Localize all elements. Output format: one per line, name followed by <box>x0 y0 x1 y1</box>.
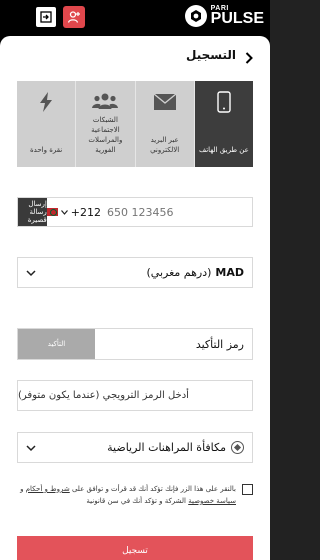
login-button[interactable] <box>36 7 56 27</box>
currency-code: MAD <box>215 266 244 279</box>
phone-number-row: إرسال رسالة قصيرة +212 <box>17 197 253 227</box>
envelope-icon <box>152 91 178 113</box>
privacy-link[interactable]: سياسة خصوصية <box>188 497 236 505</box>
tab-social[interactable]: الشبكات الاجتماعية والمراسلات الفورية <box>76 81 136 167</box>
user-add-icon <box>67 11 80 23</box>
currency-name: (درهم مغربي) <box>146 266 212 279</box>
lightning-icon <box>33 91 59 113</box>
confirmation-code-row: التأكيد رمز التأكيد <box>17 328 253 360</box>
top-bar: PARI PULSE <box>0 0 270 33</box>
chevron-down-icon <box>26 444 36 451</box>
promo-code-input[interactable]: أدخل الرمز الترويجي (عندما يكون متوفر) <box>17 380 253 411</box>
register-user-button[interactable] <box>63 6 85 28</box>
confirmation-code-field[interactable]: رمز التأكيد <box>95 338 252 351</box>
logo-badge-icon <box>184 5 207 27</box>
confirm-button[interactable]: التأكيد <box>18 329 95 359</box>
register-button[interactable]: تسجيل <box>17 536 253 560</box>
football-icon <box>231 441 244 454</box>
logo-pulse-text: PULSE <box>210 10 264 27</box>
country-code: +212 <box>70 205 101 219</box>
brand-logo[interactable]: PARI PULSE <box>184 5 264 27</box>
tab-phone[interactable]: عن طريق الهاتف <box>194 81 253 167</box>
country-code-select[interactable]: +212 <box>46 198 101 226</box>
rules-link[interactable]: شروط و أحكام <box>26 485 70 493</box>
terms-text-part: الشركة و تؤكد أنك في سن قانونية <box>86 497 189 505</box>
tab-label: نقرة واحدة <box>30 146 63 154</box>
tab-label: عن طريق الهاتف <box>198 146 249 154</box>
currency-select[interactable]: MAD(درهم مغربي) <box>17 257 253 288</box>
tab-email[interactable]: عبر البريد الالكتروني <box>135 81 195 167</box>
page-header: التسجيل <box>0 36 270 80</box>
chevron-right-icon <box>245 52 253 64</box>
page-title: التسجيل <box>186 48 236 62</box>
bonus-label: مكافأة المراهنات الرياضية <box>107 441 226 454</box>
login-icon <box>40 11 52 23</box>
back-button[interactable] <box>242 49 256 67</box>
terms-text-part: بالنقر على هذا الزر فإنك تؤكد أنك قد قرأ… <box>69 485 236 493</box>
chevron-down-icon <box>26 269 36 276</box>
tab-label: الشبكات الاجتماعية والمراسلات الفورية <box>88 116 123 154</box>
app-frame: PARI PULSE التسجيل نقرة واحدة الشبكات ال… <box>0 0 270 560</box>
terms-text: بالنقر على هذا الزر فإنك تؤكد أنك قد قرأ… <box>17 483 236 507</box>
people-icon <box>92 91 119 113</box>
tab-label: عبر البريد الالكتروني <box>150 136 180 154</box>
send-sms-button[interactable]: إرسال رسالة قصيرة <box>18 198 47 226</box>
registration-sheet: التسجيل نقرة واحدة الشبكات الاجتماعية وا… <box>0 36 270 560</box>
registration-method-tabs: نقرة واحدة الشبكات الاجتماعية والمراسلات… <box>17 81 253 167</box>
phone-input[interactable] <box>101 198 252 226</box>
tab-one-click[interactable]: نقرة واحدة <box>17 81 77 167</box>
terms-consent: بالنقر على هذا الزر فإنك تؤكد أنك قد قرأ… <box>17 483 253 507</box>
phone-icon <box>211 91 237 113</box>
bonus-select[interactable]: مكافأة المراهنات الرياضية <box>17 432 253 463</box>
morocco-flag-icon <box>46 208 58 216</box>
terms-checkbox[interactable] <box>242 484 253 495</box>
chevron-down-icon <box>60 209 68 215</box>
